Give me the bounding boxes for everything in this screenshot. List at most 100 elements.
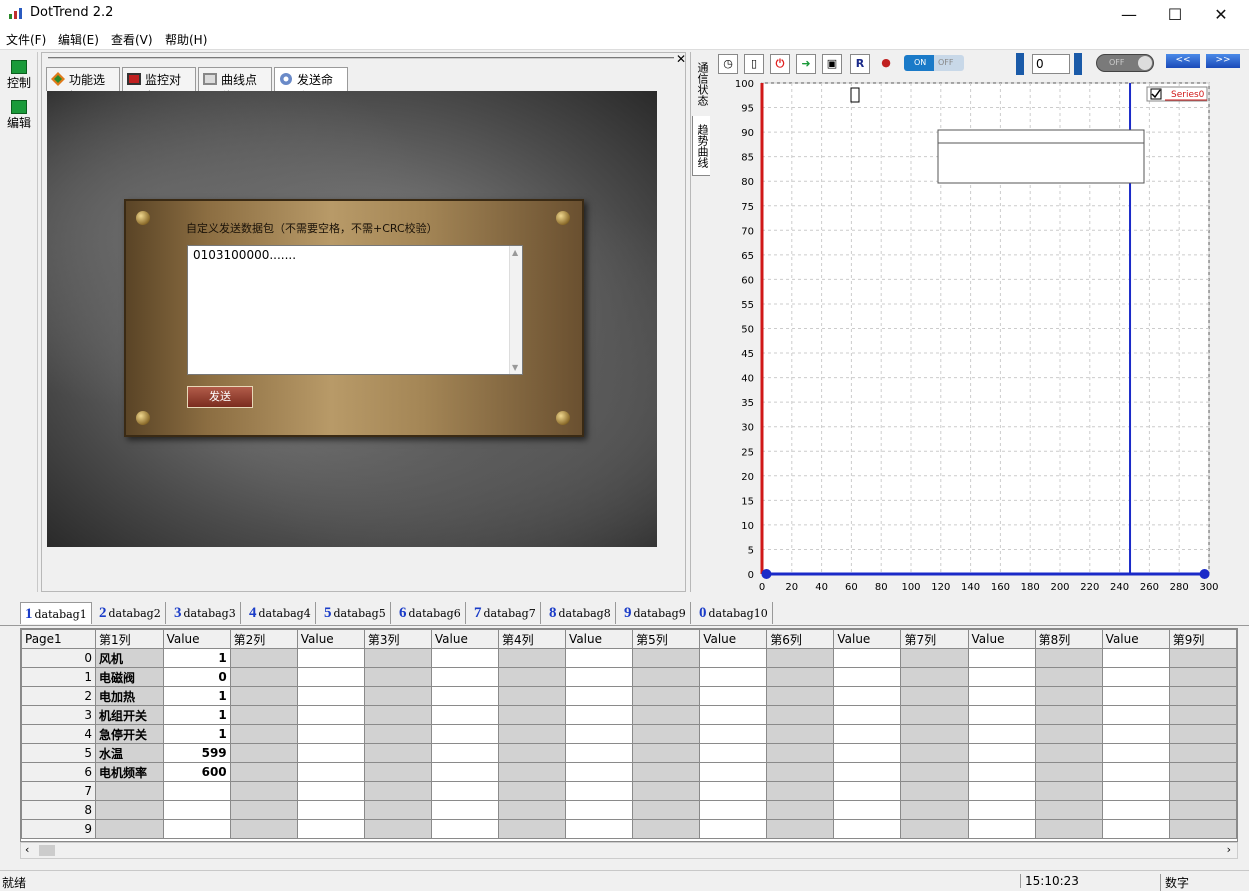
grid-cell[interactable] xyxy=(1101,648,1170,668)
grid-cell[interactable] xyxy=(565,686,634,706)
column-header[interactable]: Value xyxy=(162,629,231,649)
grid-cell[interactable] xyxy=(497,724,567,744)
maximize-button[interactable]: ☐ xyxy=(1152,0,1198,28)
grid-cell[interactable] xyxy=(967,762,1036,782)
grid-cell[interactable] xyxy=(565,800,634,820)
item-value-cell[interactable]: 0 xyxy=(162,667,231,687)
column-header[interactable]: Value xyxy=(430,629,499,649)
grid-cell[interactable] xyxy=(565,724,634,744)
grid-cell[interactable] xyxy=(967,648,1036,668)
grid-cell[interactable] xyxy=(766,724,835,744)
clock-icon[interactable]: ◷ xyxy=(718,54,738,74)
grid-cell[interactable] xyxy=(766,743,835,763)
grid-cell[interactable] xyxy=(632,705,701,725)
grid-cell[interactable] xyxy=(430,667,499,687)
grid-cell[interactable] xyxy=(1101,819,1170,839)
grid-cell[interactable] xyxy=(833,762,902,782)
item-name-cell[interactable] xyxy=(95,819,164,839)
column-header[interactable]: 第7列 xyxy=(900,629,969,649)
power-icon[interactable]: ⏻ xyxy=(770,54,790,74)
row-header[interactable]: 8 xyxy=(21,800,96,820)
grid-cell[interactable] xyxy=(565,743,634,763)
column-header[interactable]: 第8列 xyxy=(1034,629,1103,649)
grid-cell[interactable] xyxy=(967,667,1036,687)
grid-cell[interactable] xyxy=(967,686,1036,706)
export-arrow-icon[interactable]: ➜ xyxy=(796,54,816,74)
grid-cell[interactable] xyxy=(766,762,835,782)
item-name-cell[interactable]: 机组开关 xyxy=(95,705,164,725)
grid-cell[interactable] xyxy=(632,648,701,668)
grid-cell[interactable] xyxy=(229,762,298,782)
item-value-cell[interactable]: 599 xyxy=(162,743,231,763)
minimize-button[interactable]: — xyxy=(1106,0,1152,28)
menu-help[interactable]: 帮助(H) xyxy=(165,31,207,48)
grid-cell[interactable] xyxy=(565,819,634,839)
grid-cell[interactable] xyxy=(1034,724,1103,744)
item-value-cell[interactable]: 1 xyxy=(162,686,231,706)
menu-edit[interactable]: 编辑(E) xyxy=(58,31,99,48)
grid-cell[interactable] xyxy=(1101,743,1170,763)
grid-cell[interactable] xyxy=(1168,724,1237,744)
item-name-cell[interactable]: 风机 xyxy=(95,648,164,668)
grid-cell[interactable] xyxy=(900,800,969,820)
grid-cell[interactable] xyxy=(900,705,969,725)
scroll-down-icon[interactable]: ▼ xyxy=(512,363,518,372)
panel-close-icon[interactable]: ✕ xyxy=(676,52,686,66)
grid-cell[interactable] xyxy=(833,667,902,687)
grid-cell[interactable] xyxy=(699,648,768,668)
grid-cell[interactable] xyxy=(229,743,298,763)
row-header[interactable]: 9 xyxy=(21,819,96,839)
grid-cell[interactable] xyxy=(565,648,634,668)
grid-cell[interactable] xyxy=(766,819,835,839)
prev-button[interactable]: << xyxy=(1166,54,1200,68)
grid-cell[interactable] xyxy=(833,648,902,668)
item-name-cell[interactable] xyxy=(95,800,164,820)
send-button[interactable]: 发送 xyxy=(187,386,253,408)
grid-cell[interactable] xyxy=(296,762,365,782)
item-name-cell[interactable]: 电机频率 xyxy=(95,762,164,782)
column-header[interactable]: 第4列 xyxy=(497,629,567,649)
next-button[interactable]: >> xyxy=(1206,54,1240,68)
grid-cell[interactable] xyxy=(1034,800,1103,820)
databag-tab-4[interactable]: 4 databag4 xyxy=(245,602,316,624)
grid-cell[interactable] xyxy=(497,686,567,706)
databag-tab-2[interactable]: 2 databag2 xyxy=(95,602,166,624)
payload-textarea[interactable]: 0103100000....... xyxy=(187,245,523,375)
grid-cell[interactable] xyxy=(766,781,835,801)
grid-cell[interactable] xyxy=(632,667,701,687)
grid-cell[interactable] xyxy=(430,648,499,668)
column-header[interactable]: 第1列 xyxy=(95,629,164,649)
grid-cell[interactable] xyxy=(430,705,499,725)
column-header[interactable]: 第6列 xyxy=(766,629,835,649)
payload-scrollbar[interactable]: ▲ ▼ xyxy=(509,246,522,374)
grid-cell[interactable] xyxy=(632,743,701,763)
grid-cell[interactable] xyxy=(497,819,567,839)
reset-button[interactable]: R xyxy=(850,54,870,74)
scroll-right-icon[interactable]: › xyxy=(1227,843,1231,856)
off-switch[interactable]: OFF xyxy=(1096,54,1154,72)
grid-cell[interactable] xyxy=(565,705,634,725)
grid-cell[interactable] xyxy=(296,743,365,763)
grid-cell[interactable] xyxy=(296,667,365,687)
row-header[interactable]: 5 xyxy=(21,743,96,763)
grid-cell[interactable] xyxy=(1101,781,1170,801)
databag-tab-8[interactable]: 8 databag8 xyxy=(545,602,616,624)
grid-cell[interactable] xyxy=(699,667,768,687)
row-header[interactable]: 6 xyxy=(21,762,96,782)
grid-cell[interactable] xyxy=(900,781,969,801)
grid-cell[interactable] xyxy=(363,781,432,801)
tab-send-command[interactable]: 发送命令 xyxy=(274,67,348,104)
grid-cell[interactable] xyxy=(229,667,298,687)
column-header[interactable]: 第5列 xyxy=(632,629,701,649)
grid-cell[interactable] xyxy=(363,819,432,839)
grid-cell[interactable] xyxy=(363,724,432,744)
on-off-toggle[interactable]: ON OFF xyxy=(904,55,964,71)
grid-cell[interactable] xyxy=(766,667,835,687)
grid-cell[interactable] xyxy=(833,800,902,820)
row-header[interactable]: 0 xyxy=(21,648,96,668)
scroll-left-icon[interactable]: ‹ xyxy=(25,843,29,856)
grid-cell[interactable] xyxy=(565,667,634,687)
grid-cell[interactable] xyxy=(363,667,432,687)
data-grid[interactable]: Page1 第1列 Value 第2列 Value 第3列 Value 第4列 Value 第5列… xyxy=(20,628,1238,842)
grid-cell[interactable] xyxy=(229,781,298,801)
